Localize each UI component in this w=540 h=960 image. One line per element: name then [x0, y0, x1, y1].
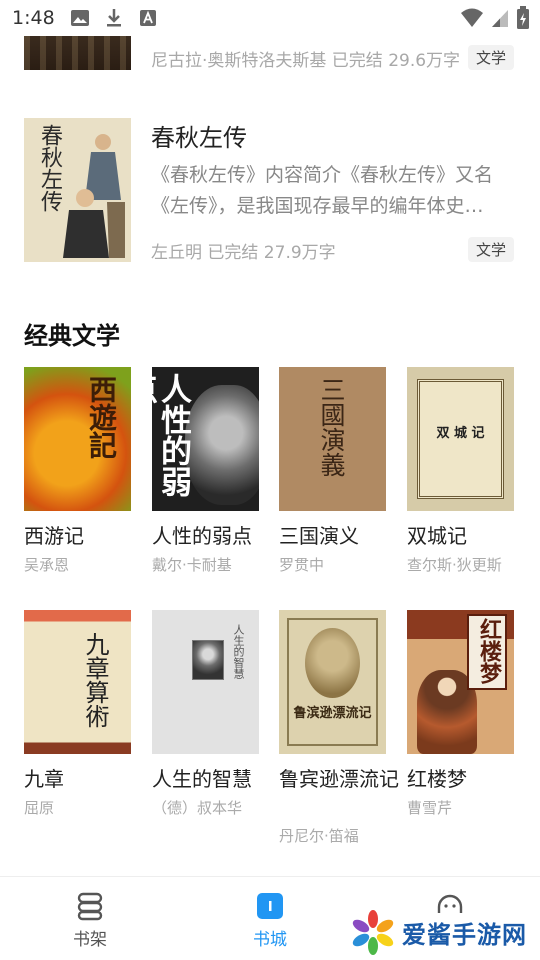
cover-title: 春秋左传 [37, 124, 62, 212]
cover-portrait [185, 385, 259, 505]
download-icon [103, 7, 125, 29]
book-author: 丹尼尔·笛福 [279, 827, 359, 845]
bookstore-icon [257, 893, 283, 919]
book-title[interactable]: 三国演义 [279, 522, 399, 550]
book-cover[interactable]: 西遊記 [24, 367, 131, 511]
cover-text: 双 城 记 [436, 426, 485, 441]
battery-icon [516, 6, 530, 34]
watermark-text: 爱酱手游网 [402, 920, 527, 949]
featured-book-cover[interactable]: 春秋左传 [24, 118, 131, 262]
book-cover[interactable]: 鲁滨逊漂流记 [279, 610, 386, 754]
featured-book-title[interactable]: 春秋左传 [151, 118, 247, 153]
book-author: 屈原 [24, 799, 55, 817]
cover-portrait [192, 640, 224, 680]
cover-text: 人生的智慧 [232, 624, 245, 679]
nav-item-bookstore[interactable]: 书城 [230, 891, 310, 950]
book-author: （德）叔本华 [152, 799, 243, 817]
a-icon [137, 7, 159, 29]
cover-text: 西遊記 [85, 375, 118, 459]
status-bar: 1:48 [0, 0, 540, 36]
cover-frame: 双 城 记 [417, 379, 504, 499]
book-cover[interactable]: 九章算術 [24, 610, 131, 754]
cover-text: 红楼梦 [476, 618, 502, 684]
book-author: 吴承恩 [24, 556, 70, 574]
image-icon [69, 7, 91, 29]
wifi-icon [460, 7, 484, 33]
book-author: 曹雪芹 [407, 799, 453, 817]
book-cover[interactable]: 人生的智慧 [152, 610, 259, 754]
status-time: 1:48 [12, 7, 55, 29]
cover-text: 三國演義 [317, 377, 346, 477]
featured-book-meta: 左丘明 已完结 27.9万字 [151, 243, 336, 263]
cover-text: 鲁滨逊漂流记 [293, 706, 372, 721]
cover-title-box: 红楼梦 [467, 614, 507, 690]
signal-icon [490, 7, 510, 33]
cover-text: 人性的弱点 [152, 373, 191, 497]
book-cover[interactable]: 三國演義 [279, 367, 386, 511]
nav-label: 书架 [73, 930, 107, 950]
category-tag: 文学 [468, 45, 515, 70]
nav-label: 书城 [253, 930, 287, 950]
cover-figures [63, 134, 125, 258]
book-author: 戴尔·卡耐基 [152, 556, 232, 574]
book-meta: 尼古拉·奥斯特洛夫斯基 已完结 29.6万字 [151, 51, 461, 71]
section-title: 经典文学 [24, 322, 120, 350]
nav-item-bookshelf[interactable]: 书架 [50, 891, 130, 950]
book-cover-partial[interactable] [24, 36, 131, 70]
book-cover[interactable]: 双 城 记 [407, 367, 514, 511]
book-cover[interactable]: 红楼梦 [407, 610, 514, 754]
book-title[interactable]: 九章 [24, 765, 144, 793]
book-title[interactable]: 双城记 [407, 522, 527, 550]
book-author: 罗贯中 [279, 556, 325, 574]
book-title[interactable]: 鲁宾逊漂流记 [279, 765, 399, 793]
book-author: 查尔斯·狄更斯 [407, 556, 502, 574]
cover-portrait [305, 628, 360, 698]
bookshelf-icon [77, 892, 103, 921]
book-title[interactable]: 红楼梦 [407, 765, 527, 793]
status-right [460, 6, 530, 34]
pinwheel-logo-icon [352, 910, 394, 955]
book-title[interactable]: 人生的智慧 [152, 765, 272, 793]
watermark: 爱酱手游网 [350, 908, 536, 956]
cover-text: 九章算術 [81, 632, 109, 728]
book-title[interactable]: 西游记 [24, 522, 144, 550]
category-tag: 文学 [468, 237, 515, 262]
book-cover[interactable]: 人性的弱点 [152, 367, 259, 511]
featured-book-description: 《春秋左传》内容简介《春秋左传》又名《左传》，是我国现存最早的编年体史… [151, 164, 494, 217]
book-title[interactable]: 人性的弱点 [152, 522, 272, 550]
